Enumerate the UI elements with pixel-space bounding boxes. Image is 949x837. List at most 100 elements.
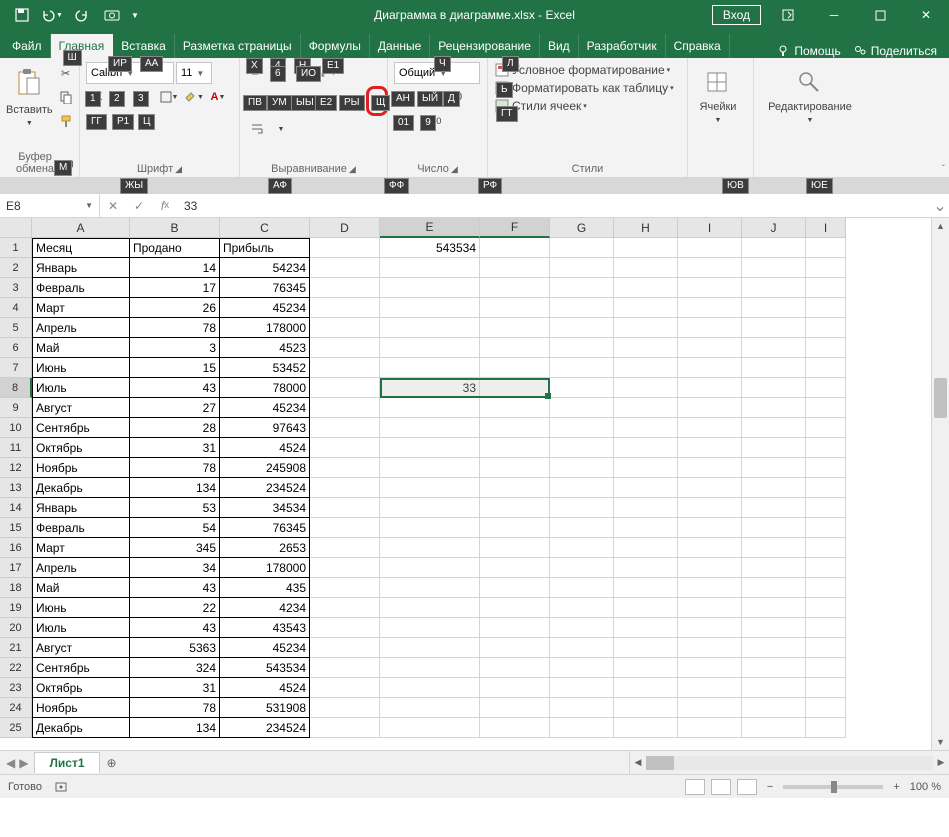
row-header[interactable]: 18 [0,578,32,598]
cell[interactable] [310,678,380,698]
row-header[interactable]: 4 [0,298,32,318]
cell[interactable]: 26 [130,298,220,318]
cell[interactable] [480,518,550,538]
cell[interactable]: Декабрь [32,478,130,498]
cell[interactable] [678,718,742,738]
cell[interactable] [806,238,846,258]
collapse-ribbon-button[interactable]: ˇ [942,164,945,175]
merge-center-button[interactable]: Щ [366,86,388,116]
cell[interactable]: 28 [130,418,220,438]
row-header[interactable]: 19 [0,598,32,618]
cell[interactable] [380,538,480,558]
cell[interactable] [310,298,380,318]
cell[interactable] [480,478,550,498]
cell[interactable] [480,658,550,678]
decrease-font-button[interactable]: A▼ [110,110,132,132]
font-color-button[interactable]: А▼ [207,86,229,108]
cell[interactable] [480,438,550,458]
cell[interactable] [806,698,846,718]
normal-view-button[interactable] [685,779,705,795]
row-header[interactable]: 16 [0,538,32,558]
cell[interactable] [480,598,550,618]
cell[interactable] [742,478,806,498]
cell[interactable] [742,278,806,298]
cell[interactable] [742,258,806,278]
page-layout-view-button[interactable] [711,779,731,795]
cell[interactable]: 53 [130,498,220,518]
column-header[interactable]: I [678,218,742,238]
cell[interactable] [678,298,742,318]
cell[interactable]: 45234 [220,638,310,658]
cell[interactable]: 45234 [220,398,310,418]
sheet-nav-next[interactable]: ▶ [19,756,28,770]
cell[interactable] [550,398,614,418]
percent-button[interactable]: %ЫЙ [418,86,440,108]
select-all-corner[interactable] [0,218,32,238]
cell[interactable]: 245908 [220,458,310,478]
underline-button[interactable]: Ч3 [134,86,156,108]
cell[interactable]: 178000 [220,558,310,578]
font-dialog-launcher[interactable]: ◢ [175,164,182,175]
cell[interactable]: 78 [130,698,220,718]
row-header[interactable]: 2 [0,258,32,278]
cell[interactable] [310,358,380,378]
cell[interactable]: 33 [380,378,480,398]
cell[interactable] [806,678,846,698]
cell[interactable] [310,338,380,358]
cell[interactable] [310,578,380,598]
cell[interactable] [380,398,480,418]
cell[interactable] [550,698,614,718]
cell[interactable]: 543534 [380,238,480,258]
number-format-combo[interactable]: Общий▼ [394,62,480,84]
cell[interactable] [480,358,550,378]
formula-input[interactable]: 33 [178,194,931,217]
cell[interactable] [678,318,742,338]
cell[interactable] [806,658,846,678]
paste-button[interactable]: Вставить ▼ [6,63,53,131]
cell[interactable] [550,558,614,578]
cell[interactable] [806,598,846,618]
cell[interactable] [678,598,742,618]
cell[interactable]: 2653 [220,538,310,558]
cell[interactable] [550,458,614,478]
cell[interactable]: Апрель [32,558,130,578]
cell[interactable] [550,418,614,438]
cell[interactable] [550,718,614,738]
cell[interactable] [380,298,480,318]
cell[interactable]: 43 [130,578,220,598]
vertical-scrollbar[interactable]: ▲ ▼ [931,218,949,750]
cell[interactable]: 31 [130,438,220,458]
cell[interactable] [550,518,614,538]
redo-button[interactable] [68,1,96,29]
cell[interactable] [678,378,742,398]
tab-file[interactable]: Файл [4,34,51,58]
cell[interactable] [614,558,678,578]
cell[interactable] [310,598,380,618]
cell[interactable]: 5363 [130,638,220,658]
sheet-nav-prev[interactable]: ◀ [6,756,15,770]
cell[interactable]: 76345 [220,518,310,538]
cell[interactable]: Сентябрь [32,418,130,438]
cell[interactable]: 15 [130,358,220,378]
cell[interactable] [550,618,614,638]
copy-button[interactable] [55,86,77,108]
cell[interactable] [614,418,678,438]
cell[interactable] [614,318,678,338]
row-header[interactable]: 25 [0,718,32,738]
cell[interactable] [678,638,742,658]
cell[interactable] [550,438,614,458]
zoom-slider[interactable] [783,785,883,789]
cell[interactable]: Ноябрь [32,458,130,478]
zoom-in-button[interactable]: + [893,781,899,793]
cell[interactable] [310,398,380,418]
camera-button[interactable] [98,1,126,29]
orientation-button[interactable]: ⤢▼ [318,62,340,84]
column-header[interactable]: G [550,218,614,238]
cell[interactable] [742,658,806,678]
number-dialog-launcher[interactable]: ◢ [451,164,458,175]
cell[interactable]: Май [32,578,130,598]
cell[interactable]: Июль [32,378,130,398]
cell[interactable] [742,358,806,378]
cell[interactable] [678,338,742,358]
cell[interactable]: 53452 [220,358,310,378]
